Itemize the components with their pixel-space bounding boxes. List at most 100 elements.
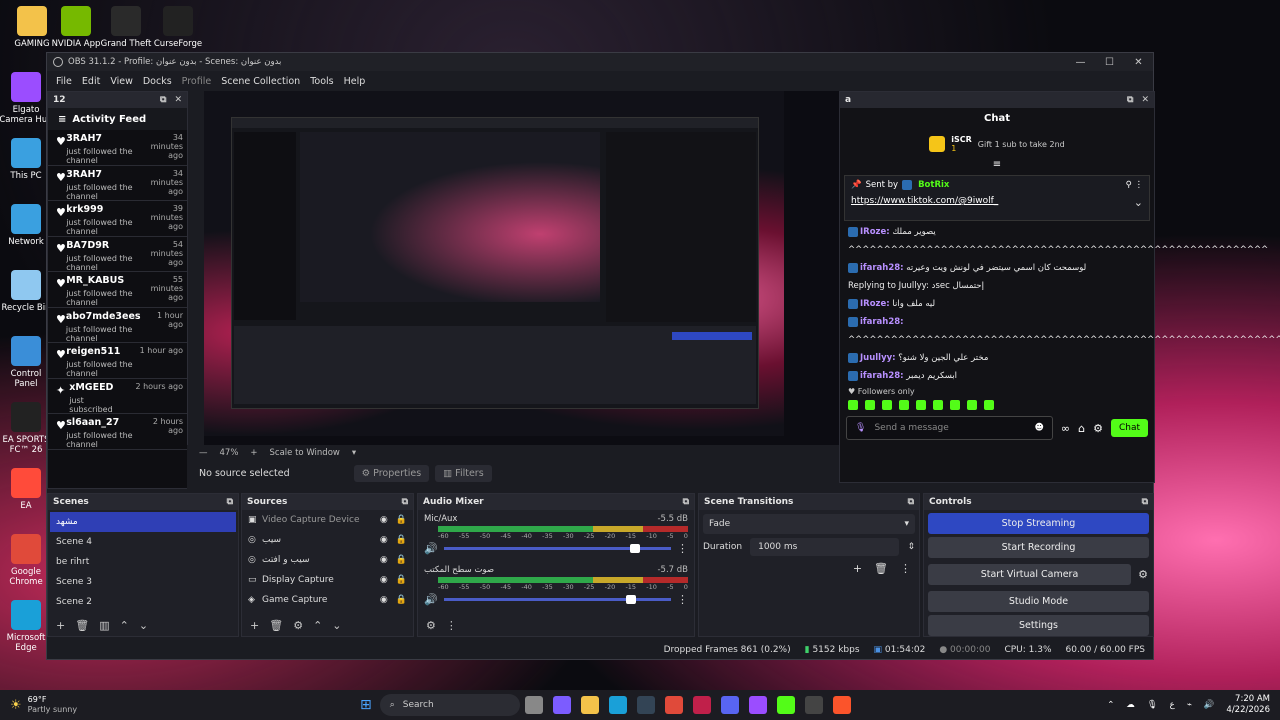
gear-icon[interactable]: ⚙ [293,619,303,632]
stop-streaming-button[interactable]: Stop Streaming [928,513,1149,534]
eye-icon[interactable]: ◉ [380,515,388,525]
move-up-icon[interactable]: ⌃ [313,619,322,632]
close-dock-icon[interactable]: ✕ [174,95,182,105]
lock-icon[interactable]: 🔒 [396,575,407,585]
menu-view[interactable]: View [105,76,138,87]
emote-icon[interactable] [916,400,926,410]
add-icon[interactable]: + [853,562,862,575]
file-explorer-icon[interactable] [580,696,599,714]
chrome-icon[interactable] [664,696,683,714]
copilot-icon[interactable] [552,696,571,714]
edge-icon[interactable] [608,696,627,714]
lock-icon[interactable]: 🔒 [396,535,407,545]
chat-username[interactable]: ifarah28: [860,371,904,381]
desktop-icon[interactable]: CurseForge [150,6,206,49]
eye-icon[interactable]: ◉ [380,595,388,605]
float-icon[interactable]: ⧉ [1142,497,1148,507]
eye-icon[interactable]: ◉ [380,575,388,585]
chevron-down-icon[interactable]: ⌄ [1134,196,1143,209]
menu-profile[interactable]: Profile [177,76,217,87]
properties-button[interactable]: ⚙ Properties [353,464,430,482]
emote-icon[interactable] [865,400,875,410]
filter-icon[interactable]: ▥ [99,619,109,632]
pinned-link[interactable]: https://www.tiktok.com/@9iwolf_ [851,196,998,209]
mic-icon[interactable]: 🎙 [1147,700,1158,710]
app-icon[interactable] [692,696,711,714]
speaker-icon[interactable]: 🔊 [424,542,438,555]
desktop-icon[interactable]: Grand Theft [98,6,154,49]
scene-item[interactable]: Scene 4 [50,532,236,552]
advanced-audio-icon[interactable]: ⚙ [426,619,436,632]
source-item[interactable]: ◈ Game Capture ◉ 🔒 [242,590,413,610]
unpin-icon[interactable]: ⚲ ⋮ [1126,180,1143,190]
filters-button[interactable]: ▥ Filters [435,464,492,482]
move-up-icon[interactable]: ⌃ [120,619,129,632]
clock-time[interactable]: 7:20 AM [1226,694,1270,705]
chat-input-box[interactable]: 🎙 Send a message ☻ [846,416,1053,440]
emote-icon[interactable] [950,400,960,410]
preview-canvas[interactable] [204,91,840,451]
more-icon[interactable]: ⋮ [677,593,688,606]
float-icon[interactable]: ⧉ [227,497,233,507]
links-icon[interactable]: ∞ [1061,422,1070,435]
chat-username[interactable]: IRoze: [860,299,890,309]
brave-icon[interactable] [832,696,851,714]
discord-icon[interactable] [720,696,739,714]
source-item[interactable]: ◎ سيب ◉ 🔒 [242,530,413,550]
emote-icon[interactable] [899,400,909,410]
clock-date[interactable]: 4/22/2026 [1226,705,1270,716]
float-icon[interactable]: ⧉ [402,497,408,507]
scene-item[interactable]: Scene 2 [50,592,236,612]
settings-icon[interactable]: ⚙ [1093,422,1103,435]
scene-item[interactable]: Scene 3 [50,572,236,592]
cloud-icon[interactable]: ☁ [1126,700,1135,710]
more-icon[interactable]: ⋮ [900,562,911,575]
volume-slider[interactable] [443,544,671,553]
transition-select[interactable]: Fade ▾ [703,514,915,534]
eye-icon[interactable]: ◉ [380,535,388,545]
float-icon[interactable]: ⧉ [908,497,914,507]
float-icon[interactable]: ⧉ [1127,95,1133,105]
move-down-icon[interactable]: ⌄ [332,619,341,632]
source-item[interactable]: ▭ Display Capture ◉ 🔒 [242,570,413,590]
menu-help[interactable]: Help [339,76,371,87]
chat-send-button[interactable]: Chat [1110,419,1148,437]
obs-icon[interactable] [804,696,823,714]
volume-slider-knob[interactable] [625,595,636,604]
settings-button[interactable]: Settings [928,615,1149,636]
add-icon[interactable]: + [250,619,259,632]
trash-icon[interactable]: 🗑 [75,619,89,632]
menu-lines-icon[interactable]: ≡ [58,114,66,125]
zoom-in-icon[interactable]: + [250,448,257,458]
menu-file[interactable]: File [51,76,77,87]
studio-mode-button[interactable]: Studio Mode [928,591,1149,612]
scene-item[interactable]: be rihrt [50,552,236,572]
trash-icon[interactable]: 🗑 [269,619,283,632]
store-icon[interactable]: ⌂ [1078,422,1085,435]
menu-docks[interactable]: Docks [138,76,177,87]
source-item[interactable]: ◎ سيب و افتت ◉ 🔒 [242,550,413,570]
trash-icon[interactable]: 🗑 [874,562,888,575]
menu-tools[interactable]: Tools [305,76,338,87]
float-icon[interactable]: ⧉ [160,95,166,105]
emote-icon[interactable] [933,400,943,410]
lock-icon[interactable]: 🔒 [396,555,407,565]
desktop-icon[interactable]: NVIDIA App [48,6,104,49]
close-dock-icon[interactable]: ✕ [1141,95,1149,105]
emoji-icon[interactable]: ☻ [1035,423,1044,433]
move-down-icon[interactable]: ⌄ [139,619,148,632]
add-icon[interactable]: + [56,619,65,632]
emote-icon[interactable] [967,400,977,410]
chat-username[interactable]: ifarah28: [860,317,904,327]
expand-chevron-icon[interactable]: ≡ [840,159,1154,173]
menu-scene-collection[interactable]: Scene Collection [216,76,305,87]
minimize-icon[interactable]: — [1066,57,1095,68]
eye-icon[interactable]: ◉ [380,555,388,565]
chat-username[interactable]: IRoze: [860,227,890,237]
microphone-icon[interactable]: 🎙 [855,423,866,433]
chat-username[interactable]: ifarah28: [860,263,904,273]
lock-icon[interactable]: 🔒 [396,515,407,525]
start-virtual-camera-button[interactable]: Start Virtual Camera [928,564,1131,585]
volume-slider-knob[interactable] [630,544,641,553]
menu-edit[interactable]: Edit [77,76,105,87]
